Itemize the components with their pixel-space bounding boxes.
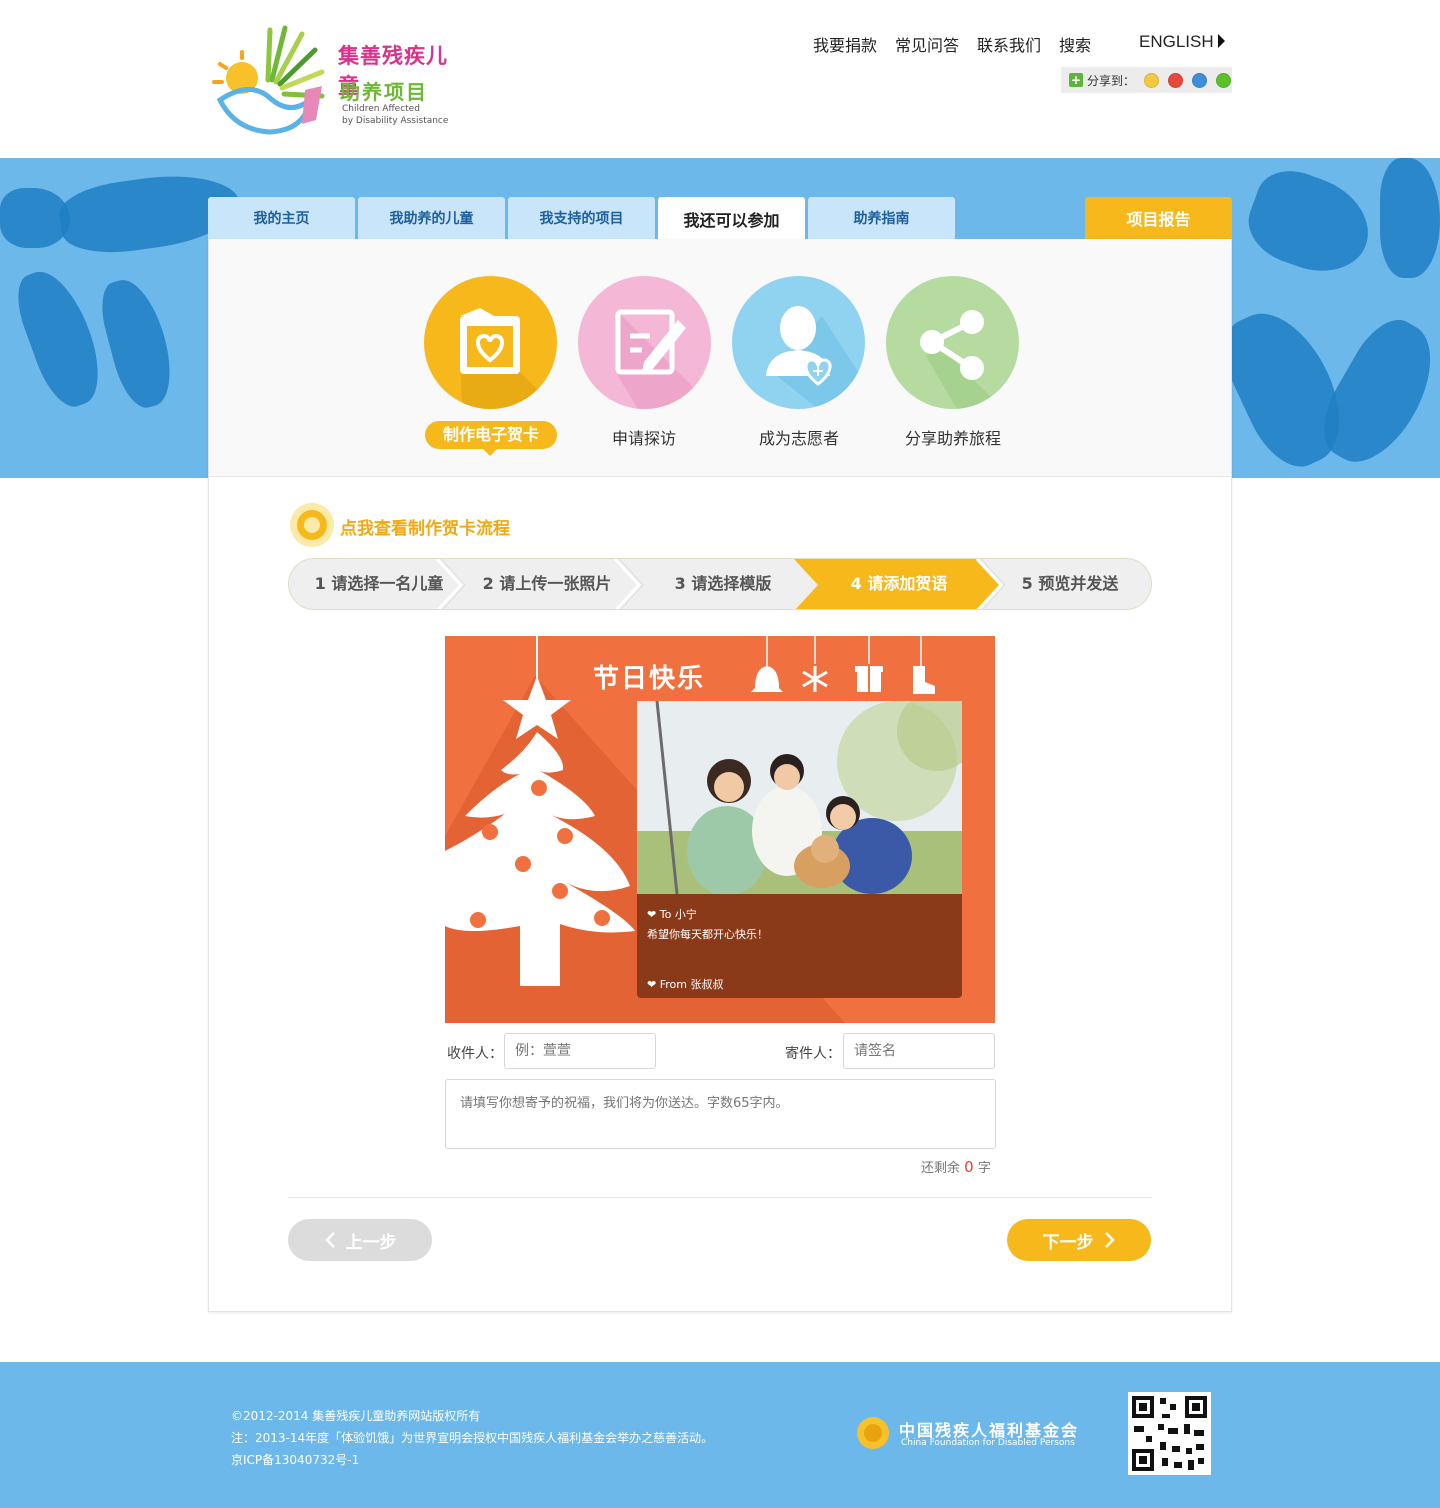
english-link[interactable]: ENGLISH bbox=[1139, 32, 1225, 52]
tab-project-report[interactable]: 项目报告 bbox=[1085, 197, 1232, 239]
project-logo[interactable]: 集善残疾儿童 助养项目 Children Affected by Disabil… bbox=[210, 20, 460, 140]
prev-step-button[interactable]: 上一步 bbox=[288, 1219, 432, 1261]
activity-volunteer[interactable] bbox=[732, 276, 865, 409]
snowflake-icon bbox=[802, 666, 828, 692]
family-photo bbox=[637, 701, 962, 894]
logo-title-line2: 助养项目 bbox=[340, 80, 428, 104]
ecard-heart-icon bbox=[460, 308, 557, 409]
qr-code-icon bbox=[1132, 1396, 1207, 1471]
step-4-current: 4 请添加贺语 bbox=[850, 574, 948, 593]
share-bar: + 分享到： bbox=[1061, 67, 1232, 93]
cfdp-name-en: China Foundation for Disabled Persons bbox=[901, 1438, 1075, 1448]
share-icon bbox=[920, 310, 1003, 409]
card-from-name: 张叔叔 bbox=[690, 978, 724, 991]
to-line: ❤ To 小宁 bbox=[647, 908, 697, 921]
footer-note: 注：2013-14年度「体验饥饿」为世界宣明会授权中国残疾人福利基金会举办之慈善… bbox=[231, 1431, 714, 1445]
edit-form-icon bbox=[615, 309, 711, 409]
footer-icp[interactable]: 京ICP备13040732号-1 bbox=[231, 1451, 359, 1468]
wechat-share-icon[interactable] bbox=[1216, 72, 1232, 88]
next-step-button[interactable]: 下一步 bbox=[1007, 1219, 1151, 1261]
activity-ecard-label[interactable]: 制作电子贺卡 bbox=[425, 421, 557, 456]
footer-copyright: ©2012-2014 集善残疾儿童助养网站版权所有 bbox=[231, 1409, 481, 1423]
activity-selector: 制作电子贺卡 申请探访 成为志愿者 分享助养旅程 bbox=[209, 239, 1231, 477]
blessing-textarea[interactable] bbox=[445, 1079, 996, 1149]
card-to-name: 小宁 bbox=[674, 908, 697, 921]
heart-icon: ❤ bbox=[647, 978, 657, 991]
sender-input[interactable] bbox=[843, 1033, 995, 1069]
step-5: 5 预览并发送 bbox=[1021, 574, 1119, 593]
tab-can-join[interactable]: 我还可以参加 bbox=[658, 197, 805, 240]
tab-my-home[interactable]: 我的主页 bbox=[208, 197, 355, 239]
tencent-weibo-share-icon[interactable] bbox=[1192, 72, 1208, 88]
main-tabs: 我的主页 我助养的儿童 我支持的项目 我还可以参加 助养指南 bbox=[208, 197, 955, 240]
card-message: 希望你每天都开心快乐！ bbox=[647, 928, 768, 941]
recipient-label: 收件人： bbox=[447, 1046, 503, 1062]
activity-ecard[interactable] bbox=[424, 276, 557, 409]
nav-donate[interactable]: 我要捐款 bbox=[813, 32, 877, 56]
nav-contact[interactable]: 联系我们 bbox=[977, 32, 1041, 56]
remain-count: 0 bbox=[964, 1158, 974, 1176]
process-link[interactable]: 点我查看制作贺卡流程 bbox=[340, 514, 510, 539]
process-sun-icon[interactable] bbox=[290, 503, 334, 547]
weibo-share-icon[interactable] bbox=[1168, 72, 1184, 88]
sender-label: 寄件人： bbox=[785, 1046, 841, 1062]
step-2: 2 请上传一张照片 bbox=[482, 574, 612, 593]
card-photo[interactable] bbox=[637, 701, 962, 894]
plus-icon[interactable]: + bbox=[1069, 73, 1083, 87]
activity-share[interactable] bbox=[886, 276, 1019, 409]
sock-icon bbox=[913, 666, 935, 694]
qr-code bbox=[1128, 1392, 1211, 1475]
recipient-input[interactable] bbox=[504, 1033, 656, 1069]
divider bbox=[288, 1197, 1152, 1198]
nav-faq[interactable]: 常见问答 bbox=[895, 32, 959, 56]
activity-share-label[interactable]: 分享助养旅程 bbox=[873, 425, 1033, 449]
cfdp-emblem-icon bbox=[857, 1417, 889, 1449]
top-nav: 我要捐款 常见问答 联系我们 搜索 bbox=[813, 32, 1091, 56]
tab-my-projects[interactable]: 我支持的项目 bbox=[508, 197, 655, 239]
tab-guide[interactable]: 助养指南 bbox=[808, 197, 955, 239]
bell-icon bbox=[751, 666, 783, 692]
logo-en-line2: by Disability Assistance bbox=[342, 116, 449, 126]
activity-volunteer-label[interactable]: 成为志愿者 bbox=[719, 425, 879, 449]
nav-search[interactable]: 搜索 bbox=[1059, 32, 1091, 56]
logo-en-line1: Children Affected bbox=[342, 104, 420, 114]
step-1: 1 请选择一名儿童 bbox=[314, 574, 444, 593]
footer: ©2012-2014 集善残疾儿童助养网站版权所有 注：2013-14年度「体验… bbox=[0, 1362, 1440, 1508]
activity-visit[interactable] bbox=[578, 276, 711, 409]
card-message-box: ❤ To 小宁 希望你每天都开心快乐！ ❤ From 张叔叔 bbox=[637, 894, 962, 998]
heart-icon: ❤ bbox=[647, 908, 657, 921]
char-remaining: 还剩余 0 字 bbox=[921, 1158, 991, 1176]
qzone-share-icon[interactable] bbox=[1144, 72, 1160, 88]
from-line: ❤ From 张叔叔 bbox=[647, 978, 724, 991]
chevron-left-icon bbox=[324, 1232, 335, 1248]
step-3: 3 请选择模版 bbox=[674, 574, 772, 593]
card-title: 节日快乐 bbox=[593, 664, 706, 694]
tab-my-children[interactable]: 我助养的儿童 bbox=[358, 197, 505, 239]
step-progress: 1 请选择一名儿童 2 请上传一张照片 3 请选择模版 4 请添加贺语 5 预览… bbox=[288, 558, 1152, 610]
activity-visit-label[interactable]: 申请探访 bbox=[564, 425, 724, 449]
share-label: 分享到： bbox=[1087, 73, 1136, 88]
volunteer-icon bbox=[766, 306, 865, 409]
chevron-right-icon bbox=[1104, 1232, 1115, 1248]
dove-sun-logo-icon bbox=[212, 25, 325, 135]
